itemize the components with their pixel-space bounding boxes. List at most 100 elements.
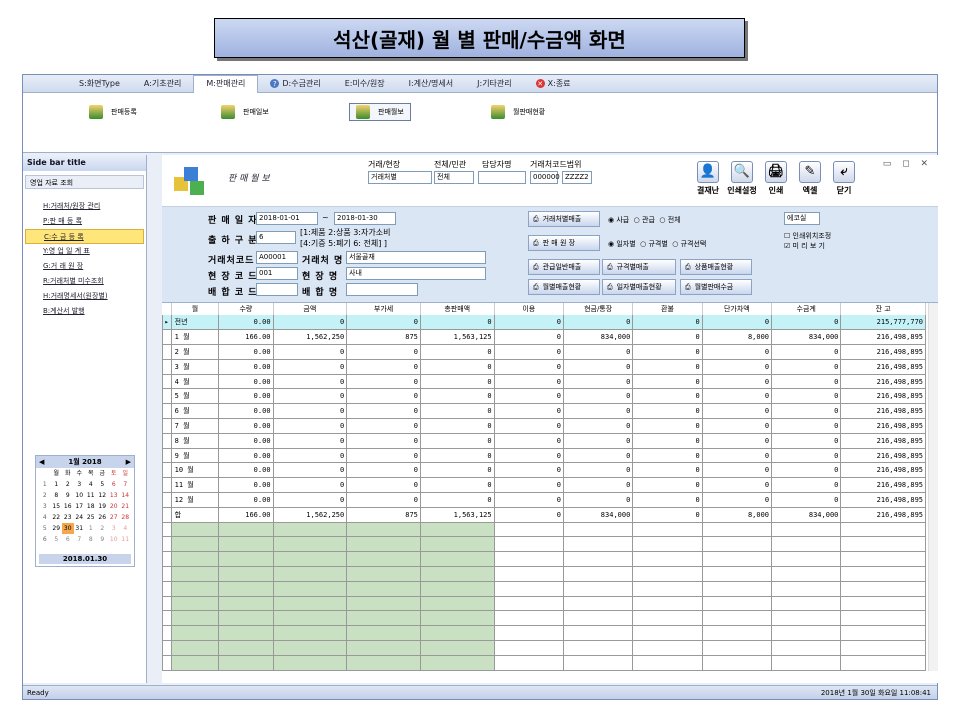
calendar-cell[interactable]: 7 [120,479,132,490]
calendar-cell[interactable]: 8 [85,534,97,545]
calendar-cell[interactable]: 수 [74,468,86,479]
calendar-cell[interactable]: 27 [108,512,120,523]
table-row[interactable]: 8 월 0.00 0 0 0 0 0 0 0 0 216,498,895 [162,433,926,449]
next-month-icon[interactable]: ▶ [126,458,131,466]
table-row-empty[interactable] [162,536,926,553]
sidebar-item[interactable]: H:거래처/원장 관리 [23,199,146,214]
calendar-cell[interactable]: 13 [108,490,120,501]
range-to-input[interactable]: ZZZZ2 [562,171,592,184]
sidebar-item[interactable]: G:거 래 원 장 [23,259,146,274]
table-row[interactable]: 합 166.00 1,562,250 875 1,563,125 0 834,000 0 8,0… [162,507,926,523]
calendar-cell[interactable]: 16 [62,501,74,512]
calendar-today[interactable]: 2018.01.30 [39,554,131,564]
ribbon-sales-entry[interactable]: 판매등록 [83,103,143,121]
table-row-empty[interactable] [162,566,926,582]
client-name-input[interactable]: 서울골재 [346,251,486,264]
mix-name-input[interactable] [346,283,418,296]
date-from-input[interactable]: 2018-01-01 [256,212,318,225]
staff-input[interactable] [478,171,526,184]
calendar-cell[interactable]: 3 [74,479,86,490]
range-from-input[interactable]: 000000 [530,171,560,184]
calendar-cell[interactable]: 28 [120,512,132,523]
calendar-cell[interactable]: 월 [51,468,63,479]
calendar-cell[interactable]: 20 [108,501,120,512]
table-row-empty[interactable] [162,551,926,568]
client-code-input[interactable]: A00001 [256,251,298,264]
calendar-cell[interactable]: 12 [97,490,109,501]
column-header[interactable]: 환불 [632,303,703,315]
calendar-cell[interactable]: 4 [120,523,132,534]
table-row[interactable]: ▸ 전년 0.00 0 0 0 0 0 0 0 0 215,777,770 [162,315,926,331]
table-row[interactable]: 12 월 0.00 0 0 0 0 0 0 0 0 216,498,895 [162,492,926,508]
report-button[interactable]: ⎙ 월별판매수금 [680,279,752,295]
menu-item[interactable]: E:미수/원장 [333,75,397,93]
calendar-cell[interactable]: 10 [74,490,86,501]
calendar-cell[interactable]: 6 [39,534,51,545]
sidebar-group[interactable]: 영업 자료 조회 [25,175,144,189]
calendar-cell[interactable]: 10 [108,534,120,545]
calendar-cell[interactable]: 3 [108,523,120,534]
sidebar-item[interactable]: C:수 금 등 록 [25,229,144,244]
report-button[interactable]: ⎙ 관급일반매출 [528,259,600,275]
combo-select[interactable]: 에코실 [784,212,820,225]
tool-button[interactable]: ✎ 엑셀 [794,161,826,199]
calendar-cell[interactable]: 1 [51,479,63,490]
report-button[interactable]: ⎙ 상품매출현황 [680,259,752,275]
calendar-cell[interactable]: 30 [62,523,74,534]
site-name-input[interactable]: 사내 [346,267,486,280]
calendar-cell[interactable]: 29 [51,523,63,534]
calendar-cell[interactable]: 토 [108,468,120,479]
calendar-cell[interactable]: 1 [39,479,51,490]
site-code-input[interactable]: 001 [256,267,298,280]
calendar-cell[interactable]: 7 [74,534,86,545]
menu-item[interactable]: S:화면Type [67,75,132,93]
menu-item[interactable]: ✕ X:종료 [524,75,583,93]
calendar-cell[interactable]: 1 [85,523,97,534]
calendar-cell[interactable]: 15 [51,501,63,512]
tool-button[interactable]: 👤 결재난 [692,161,724,199]
sidebar-item[interactable]: P:판 매 등 록 [23,214,146,229]
table-row-empty[interactable] [162,581,926,597]
table-row[interactable]: 5 월 0.00 0 0 0 0 0 0 0 0 216,498,895 [162,388,926,405]
column-header[interactable]: 금액 [273,303,348,315]
table-row-empty[interactable] [162,655,926,671]
calendar-cell[interactable]: 17 [74,501,86,512]
tool-button[interactable]: ⤶ 닫기 [828,161,860,199]
tool-button[interactable]: 🖨 인쇄 [760,161,792,199]
calendar-cell[interactable]: 5 [39,523,51,534]
trade-select[interactable]: 거래처별 [368,171,432,184]
calendar-cell[interactable]: 화 [62,468,74,479]
menu-item[interactable]: A:기초관리 [132,75,193,93]
type-select[interactable]: 전체 [434,171,474,184]
column-header[interactable]: 단가차액 [702,303,773,315]
column-header[interactable]: 총판매액 [420,303,495,315]
calendar-cell[interactable]: 6 [62,534,74,545]
report-button[interactable]: ⎙ 거래처별매출 [528,211,600,227]
table-row[interactable]: 11 월 0.00 0 0 0 0 0 0 0 0 216,498,895 [162,477,926,494]
menu-item[interactable]: M:판매관리 [193,74,259,93]
calendar-cell[interactable]: 금 [97,468,109,479]
table-row[interactable]: 10 월 0.00 0 0 0 0 0 0 0 0 216,498,895 [162,462,926,479]
table-row[interactable]: 1 월 166.00 1,562,250 875 1,563,125 0 834,000 0 8… [162,329,926,346]
calendar-cell[interactable]: 24 [74,512,86,523]
report-button[interactable]: ⎙ 규격별매출 [602,259,676,275]
table-row[interactable]: 4 월 0.00 0 0 0 0 0 0 0 0 216,498,895 [162,374,926,390]
menu-item[interactable]: J:기타관리 [465,75,524,93]
calendar-cell[interactable]: 6 [108,479,120,490]
calendar-cell[interactable]: 26 [97,512,109,523]
calendar-cell[interactable]: 23 [62,512,74,523]
calendar-cell[interactable]: 31 [74,523,86,534]
column-header[interactable]: 수량 [218,303,274,315]
table-row[interactable]: 2 월 0.00 0 0 0 0 0 0 0 0 216,498,895 [162,344,926,360]
window-controls[interactable]: ▭ ◻ ✕ [883,159,932,169]
sidebar-item[interactable]: R:거래처별 미수조회 [23,274,146,289]
preview-checkbox[interactable]: ☑ 미 리 보 기 [784,241,825,251]
calendar-cell[interactable]: 11 [120,534,132,545]
calendar-cell[interactable]: 22 [51,512,63,523]
table-row-empty[interactable] [162,522,926,538]
report-button[interactable]: ⎙ 월별매출현황 [528,279,600,295]
table-row-empty[interactable] [162,596,926,612]
calendar-cell[interactable]: 목 [85,468,97,479]
column-header[interactable]: 부가세 [346,303,421,315]
calendar-cell[interactable]: 9 [62,490,74,501]
